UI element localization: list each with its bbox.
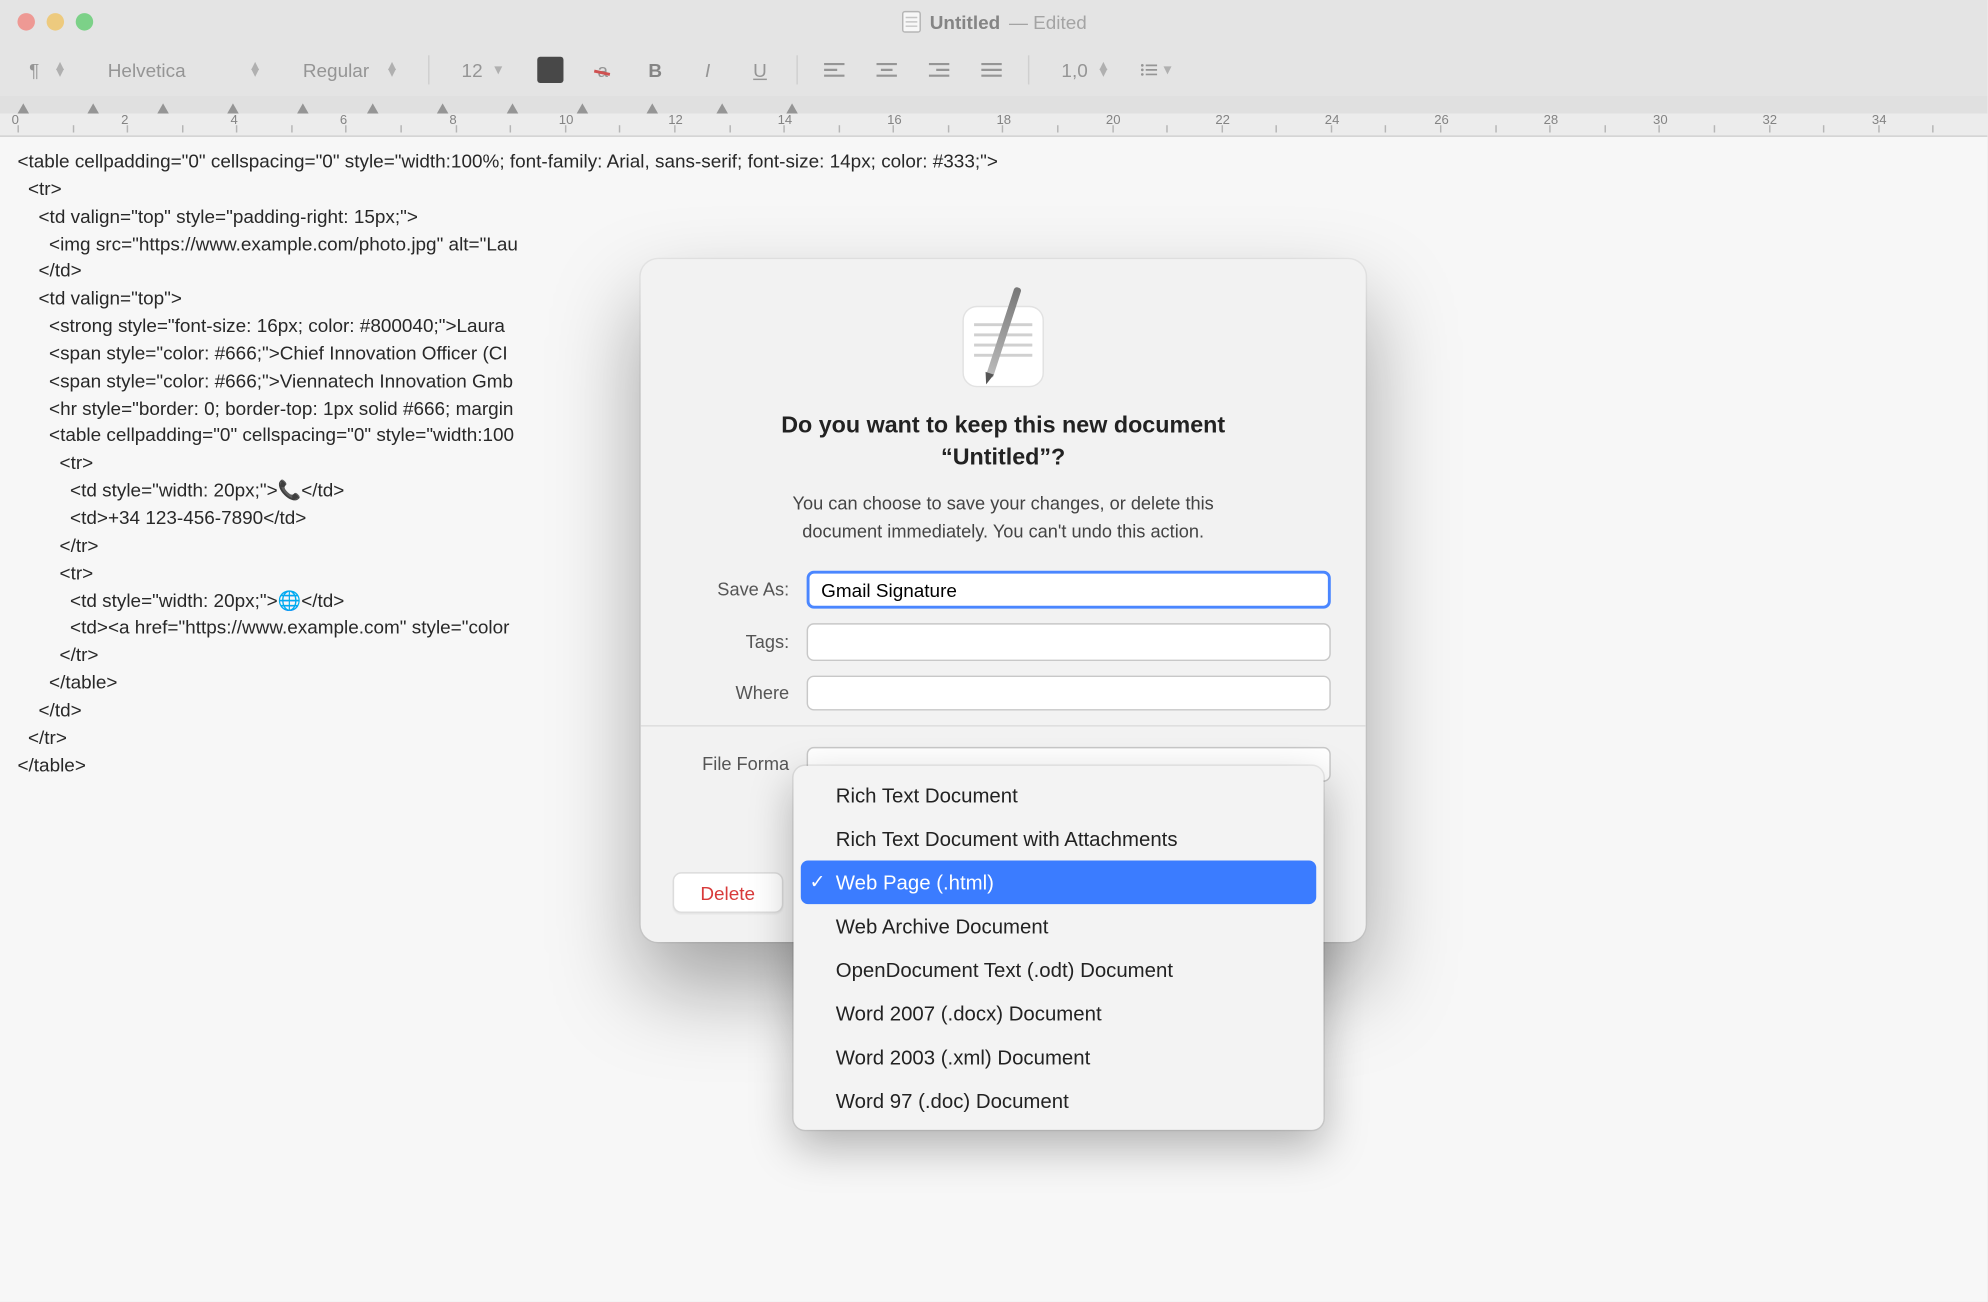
file-format-option[interactable]: Web Archive Document [801, 904, 1316, 948]
file-format-option-label: Word 2003 (.xml) Document [836, 1045, 1091, 1068]
file-format-option[interactable]: Word 2003 (.xml) Document [801, 1035, 1316, 1079]
textedit-app-icon [951, 291, 1056, 396]
file-format-dropdown: Rich Text Document Rich Text Document wit… [794, 766, 1324, 1130]
file-format-label: File Forma [676, 755, 790, 775]
file-format-option[interactable]: Word 97 (.doc) Document [801, 1079, 1316, 1123]
tags-input[interactable] [807, 624, 1331, 662]
file-format-option[interactable]: Word 2007 (.docx) Document [801, 992, 1316, 1036]
file-format-option-label: Word 97 (.doc) Document [836, 1089, 1069, 1112]
file-format-option-label: Web Page (.html) [836, 871, 994, 894]
tags-label: Tags: [676, 632, 790, 652]
file-format-option[interactable]: Rich Text Document with Attachments [801, 817, 1316, 861]
delete-button[interactable]: Delete [673, 873, 783, 914]
where-label: Where [676, 683, 790, 703]
save-as-label: Save As: [676, 580, 790, 600]
file-format-option[interactable]: OpenDocument Text (.odt) Document [801, 948, 1316, 992]
file-format-option-label: OpenDocument Text (.odt) Document [836, 958, 1173, 981]
file-format-option-label: Rich Text Document [836, 783, 1018, 806]
file-format-option-label: Rich Text Document with Attachments [836, 827, 1178, 850]
dialog-heading: Do you want to keep this new document “U… [676, 411, 1331, 476]
dialog-subtitle: You can choose to save your changes, or … [676, 490, 1331, 545]
check-icon: ✓ [810, 871, 826, 894]
dialog-divider [641, 725, 1366, 726]
save-as-input[interactable] [807, 571, 1331, 609]
file-format-option[interactable]: Rich Text Document [801, 773, 1316, 817]
where-select[interactable] [807, 676, 1331, 711]
file-format-option-label: Word 2007 (.docx) Document [836, 1002, 1102, 1025]
file-format-option-label: Web Archive Document [836, 914, 1049, 937]
file-format-option[interactable]: ✓ Web Page (.html) [801, 860, 1316, 904]
